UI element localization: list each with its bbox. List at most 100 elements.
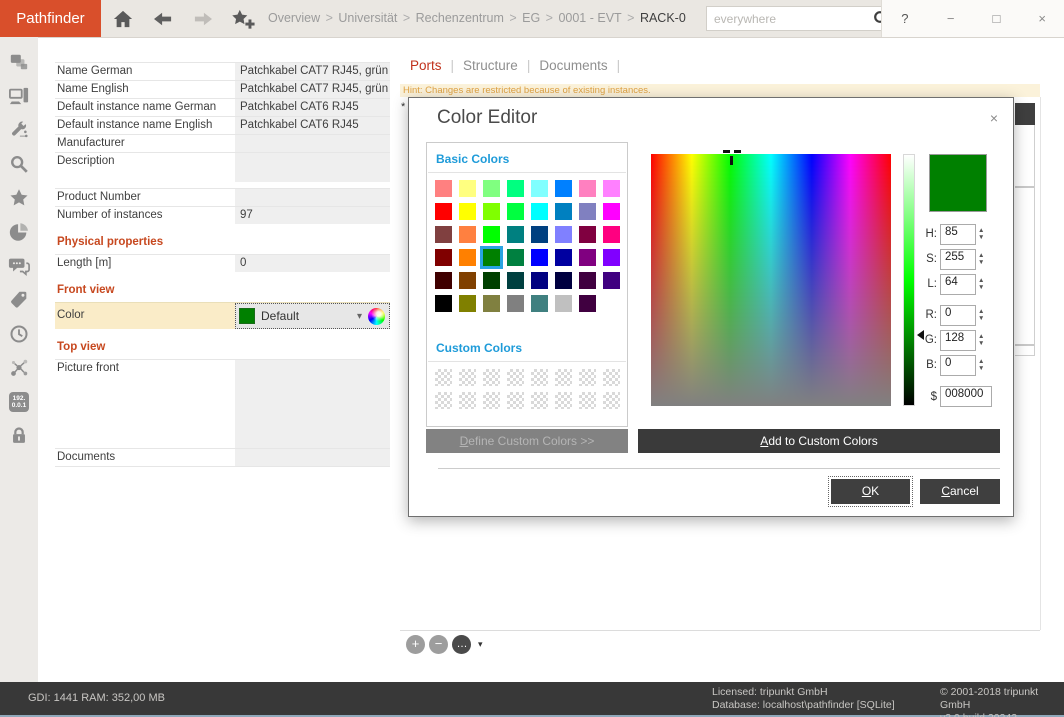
- basic-color-swatch[interactable]: [483, 295, 500, 312]
- sidebar-item-tools[interactable]: [4, 119, 34, 141]
- basic-color-swatch[interactable]: [507, 203, 524, 220]
- basic-color-swatch[interactable]: [483, 203, 500, 220]
- basic-color-swatch[interactable]: [531, 203, 548, 220]
- basic-color-swatch[interactable]: [579, 226, 596, 243]
- basic-color-swatch[interactable]: [459, 249, 476, 266]
- basic-color-swatch[interactable]: [555, 180, 572, 197]
- sidebar-item-reports[interactable]: [4, 221, 34, 243]
- sidebar-item-topology[interactable]: [4, 51, 34, 73]
- breadcrumb-item[interactable]: Universität: [338, 11, 397, 25]
- search-box[interactable]: [706, 6, 882, 31]
- basic-color-swatch[interactable]: [435, 295, 452, 312]
- basic-color-swatch[interactable]: [507, 180, 524, 197]
- property-value[interactable]: [235, 135, 390, 152]
- property-value[interactable]: Patchkabel CAT6 RJ45: [235, 99, 390, 116]
- basic-color-swatch[interactable]: [531, 249, 548, 266]
- custom-color-swatch[interactable]: [507, 369, 524, 386]
- sidebar-item-favorites[interactable]: [4, 187, 34, 209]
- property-value[interactable]: [235, 449, 390, 466]
- dialog-close-icon[interactable]: ×: [986, 110, 1002, 126]
- basic-color-swatch[interactable]: [507, 295, 524, 312]
- basic-color-swatch[interactable]: [603, 203, 620, 220]
- search-input[interactable]: [707, 12, 873, 26]
- breadcrumb-item[interactable]: RACK-0: [640, 11, 686, 25]
- spinner-input[interactable]: 85: [940, 224, 976, 245]
- define-custom-colors-button[interactable]: Define Custom Colors >>: [426, 429, 628, 453]
- basic-color-swatch[interactable]: [459, 295, 476, 312]
- basic-color-swatch[interactable]: [555, 295, 572, 312]
- tab-ports[interactable]: Ports: [410, 58, 442, 73]
- breadcrumb-item[interactable]: Overview: [268, 11, 320, 25]
- spinner-down-icon[interactable]: ▼: [978, 365, 984, 372]
- basic-color-swatch[interactable]: [555, 249, 572, 266]
- basic-color-swatch[interactable]: [459, 180, 476, 197]
- basic-color-swatch[interactable]: [579, 272, 596, 289]
- basic-color-swatch[interactable]: [507, 226, 524, 243]
- chevron-down-icon[interactable]: ▾: [357, 311, 362, 322]
- spinner-down-icon[interactable]: ▼: [978, 284, 984, 291]
- basic-color-swatch[interactable]: [579, 295, 596, 312]
- basic-color-swatch[interactable]: [483, 180, 500, 197]
- basic-color-swatch[interactable]: [459, 272, 476, 289]
- basic-color-swatch[interactable]: [435, 249, 452, 266]
- spinner-down-icon[interactable]: ▼: [978, 234, 984, 241]
- custom-color-swatch[interactable]: [435, 392, 452, 409]
- maximize-button[interactable]: □: [984, 11, 1008, 26]
- property-value[interactable]: 0: [235, 255, 390, 272]
- basic-color-swatch[interactable]: [483, 249, 500, 266]
- custom-color-swatch[interactable]: [483, 392, 500, 409]
- ok-button[interactable]: OK: [831, 479, 910, 504]
- spinner-input[interactable]: 255: [940, 249, 976, 270]
- basic-color-swatch[interactable]: [435, 203, 452, 220]
- add-favorite-button[interactable]: [230, 7, 256, 31]
- basic-color-swatch[interactable]: [603, 226, 620, 243]
- basic-color-swatch[interactable]: [531, 295, 548, 312]
- custom-color-swatch[interactable]: [531, 369, 548, 386]
- basic-color-swatch[interactable]: [579, 249, 596, 266]
- tab-structure[interactable]: Structure: [463, 58, 518, 73]
- home-button[interactable]: [110, 7, 136, 31]
- property-value[interactable]: [235, 189, 390, 206]
- custom-color-swatch[interactable]: [459, 392, 476, 409]
- custom-color-swatch[interactable]: [531, 392, 548, 409]
- basic-color-swatch[interactable]: [603, 295, 620, 312]
- sidebar-item-ip-address[interactable]: 192.0.0.1: [4, 391, 34, 413]
- color-wheel-icon[interactable]: [368, 308, 385, 325]
- hue-saturation-field[interactable]: [651, 154, 891, 406]
- custom-color-swatch[interactable]: [483, 369, 500, 386]
- spinner-input[interactable]: 0: [940, 305, 976, 326]
- basic-color-swatch[interactable]: [555, 203, 572, 220]
- chevron-down-icon[interactable]: ▾: [478, 639, 483, 650]
- custom-color-swatch[interactable]: [579, 369, 596, 386]
- basic-color-swatch[interactable]: [579, 203, 596, 220]
- sidebar-item-messages[interactable]: [4, 255, 34, 277]
- close-button[interactable]: ×: [1030, 11, 1054, 26]
- color-dropdown[interactable]: Default▾: [235, 303, 390, 329]
- custom-color-swatch[interactable]: [507, 392, 524, 409]
- sidebar-item-network[interactable]: [4, 357, 34, 379]
- basic-color-swatch[interactable]: [459, 203, 476, 220]
- remove-row-button[interactable]: −: [429, 635, 448, 654]
- spinner-input[interactable]: 128: [940, 330, 976, 351]
- back-button[interactable]: [150, 7, 176, 31]
- custom-color-swatch[interactable]: [555, 392, 572, 409]
- hex-input[interactable]: 008000: [940, 386, 992, 407]
- custom-color-swatch[interactable]: [579, 392, 596, 409]
- basic-color-swatch[interactable]: [603, 180, 620, 197]
- sidebar-item-history[interactable]: [4, 323, 34, 345]
- sidebar-item-search[interactable]: [4, 153, 34, 175]
- basic-color-swatch[interactable]: [507, 272, 524, 289]
- minimize-button[interactable]: −: [939, 11, 963, 26]
- basic-color-swatch[interactable]: [603, 249, 620, 266]
- basic-color-swatch[interactable]: [435, 180, 452, 197]
- property-value[interactable]: Patchkabel CAT6 RJ45: [235, 117, 390, 134]
- basic-color-swatch[interactable]: [483, 272, 500, 289]
- basic-color-swatch[interactable]: [555, 226, 572, 243]
- spinner-up-icon[interactable]: ▲: [978, 358, 984, 365]
- basic-color-swatch[interactable]: [435, 226, 452, 243]
- tab-documents[interactable]: Documents: [539, 58, 607, 73]
- sidebar-item-security[interactable]: [4, 425, 34, 447]
- custom-color-swatch[interactable]: [555, 369, 572, 386]
- spinner-up-icon[interactable]: ▲: [978, 333, 984, 340]
- basic-color-swatch[interactable]: [531, 272, 548, 289]
